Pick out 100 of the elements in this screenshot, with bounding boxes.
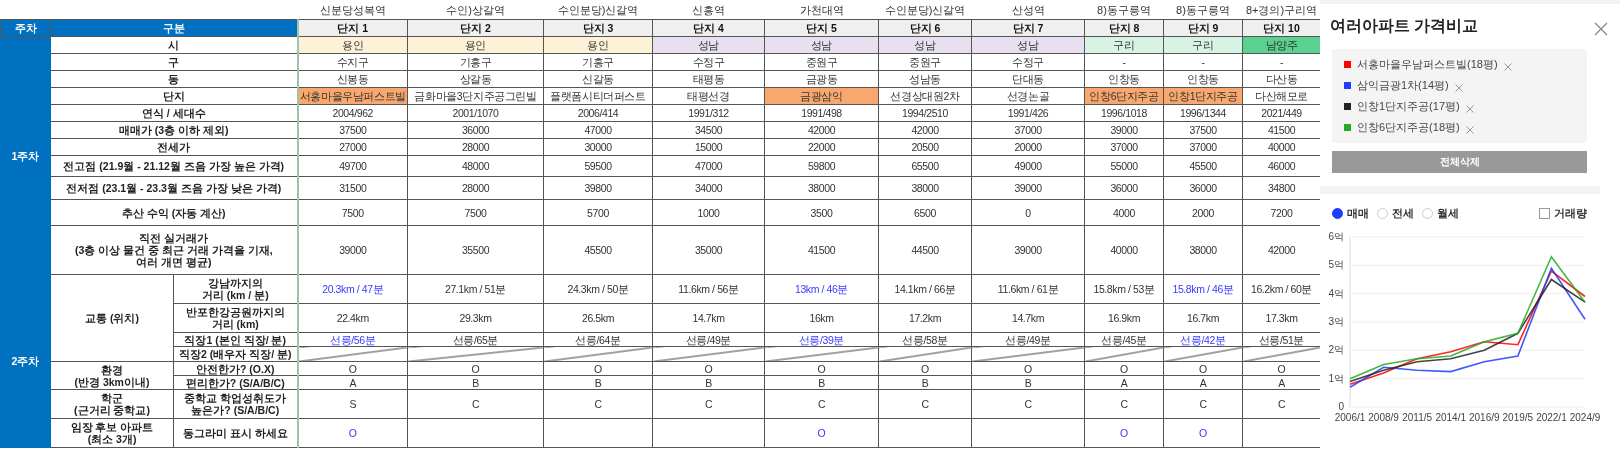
axis-label: 2024/9: [1569, 412, 1601, 423]
axis-label: 5억: [1328, 259, 1344, 271]
table-cell: 22000: [764, 138, 879, 156]
table-cell: 1000: [652, 199, 765, 226]
axis-label: 0: [1338, 401, 1344, 412]
table-cell: 47000: [543, 121, 653, 139]
table-cell: C: [652, 389, 765, 419]
table-cell: 인창동: [1084, 70, 1164, 88]
remove-icon[interactable]: [1454, 83, 1463, 92]
table-cell: 중원구: [878, 53, 972, 71]
table-cell: 선릉/65분: [407, 332, 544, 347]
table-cell: 44500: [878, 225, 972, 275]
table-cell: 59500: [543, 155, 653, 177]
table-cell: 3500: [764, 199, 879, 226]
table-cell: 27.1km / 51분: [407, 274, 544, 304]
axis-label: 2008/9: [1368, 412, 1399, 423]
row-header: 교통 (위치): [50, 274, 174, 362]
radio-label[interactable]: 매매: [1347, 206, 1369, 221]
table-cell: 기흥구: [543, 53, 653, 71]
column-header: 단지 4: [652, 19, 765, 37]
table-cell: 2006/414: [543, 104, 653, 122]
table-cell: 37000: [971, 121, 1085, 139]
table-cell: 17.2km: [878, 303, 972, 333]
remove-icon[interactable]: [1503, 62, 1512, 71]
table-cell: 39000: [971, 176, 1085, 200]
table-cell: O: [764, 361, 879, 376]
table-cell: 28000: [407, 138, 544, 156]
station-label: 8)동구릉역: [1084, 0, 1164, 20]
table-cell: 1996/1018: [1084, 104, 1164, 122]
table-cell: 2001/1070: [407, 104, 544, 122]
column-header: 단지 7: [971, 19, 1085, 37]
table-cell: 28000: [407, 176, 544, 200]
axis-label: 2022/1: [1536, 412, 1567, 423]
table-cell: 1994/2510: [878, 104, 972, 122]
table-cell: 24.3km / 50분: [543, 274, 653, 304]
column-header: 주차: [0, 19, 51, 37]
table-cell: 39800: [543, 176, 653, 200]
table-cell: O: [1084, 361, 1164, 376]
column-header: 단지 2: [407, 19, 544, 37]
table-cell: 15.8km / 53분: [1084, 274, 1164, 304]
table-cell: 39000: [297, 225, 408, 275]
table-cell: 4000: [1084, 199, 1164, 226]
row-header: 안전한가? (O.X): [173, 361, 298, 376]
table-cell: 42000: [764, 121, 879, 139]
row-header: 편리한가? (S/A/B/C): [173, 375, 298, 390]
table-cell: 27000: [297, 138, 408, 156]
table-cell: S: [297, 389, 408, 419]
axis-label: 2014/1: [1435, 412, 1466, 423]
close-icon[interactable]: [1594, 21, 1608, 36]
table-cell: C: [407, 389, 544, 419]
table-cell: 37500: [1163, 121, 1243, 139]
radio-button[interactable]: [1332, 208, 1343, 219]
table-cell: 2000: [1163, 199, 1243, 226]
table-cell: 선릉/58분: [878, 332, 972, 347]
radio-label[interactable]: 전세: [1392, 206, 1414, 221]
table-cell: O: [297, 361, 408, 376]
table-cell: 선경상대원2차: [878, 87, 972, 105]
table-cell: 39000: [1084, 121, 1164, 139]
table-cell: O: [971, 361, 1085, 376]
table-cell: 15000: [652, 138, 765, 156]
column-header: 단지 3: [543, 19, 653, 37]
table-cell: A: [297, 375, 408, 390]
table-cell: O: [297, 418, 408, 448]
table-cell: A: [1163, 375, 1243, 390]
remove-icon[interactable]: [1465, 104, 1474, 113]
station-label: 산성역: [971, 0, 1085, 20]
row-header: 환경 (반경 3km이내): [50, 361, 174, 390]
table-cell: 수정구: [652, 53, 765, 71]
table-cell: 31500: [297, 176, 408, 200]
table-cell: 13km / 46분: [764, 274, 879, 304]
checkbox-label[interactable]: 거래량: [1554, 206, 1587, 221]
table-cell: 35000: [652, 225, 765, 275]
table-cell: 수지구: [297, 53, 408, 71]
table-cell: 36000: [1084, 176, 1164, 200]
column-header: 단지 6: [878, 19, 972, 37]
axis-label: 2006/1: [1334, 412, 1366, 423]
table-cell: 선릉/49분: [652, 332, 765, 347]
table-cell: 47000: [652, 155, 765, 177]
table-cell: 26.5km: [543, 303, 653, 333]
table-cell: C: [764, 389, 879, 419]
legend-label: 인창6단지주공(18평): [1357, 120, 1460, 135]
table-cell: 금광동: [764, 70, 879, 88]
table-cell: O: [878, 361, 972, 376]
table-cell: 단대동: [971, 70, 1085, 88]
axis-label: 2억: [1328, 344, 1344, 356]
table-cell: 6500: [878, 199, 972, 226]
axis-label: 3억: [1328, 316, 1344, 327]
week-label: 1주차: [0, 36, 51, 275]
axis-label: 6억: [1328, 231, 1344, 242]
table-cell: 선릉/64분: [543, 332, 653, 347]
table-cell: 성남동: [878, 70, 972, 88]
checkbox[interactable]: [1539, 208, 1550, 219]
station-label: 8)동구릉역: [1163, 0, 1243, 20]
axis-label: 4억: [1328, 287, 1344, 299]
table-cell: 7500: [297, 199, 408, 226]
table-cell: 37000: [1084, 138, 1164, 156]
remove-icon[interactable]: [1465, 125, 1474, 134]
table-cell: 55000: [1084, 155, 1164, 177]
radio-label[interactable]: 월세: [1437, 206, 1459, 221]
table-cell: B: [764, 375, 879, 390]
